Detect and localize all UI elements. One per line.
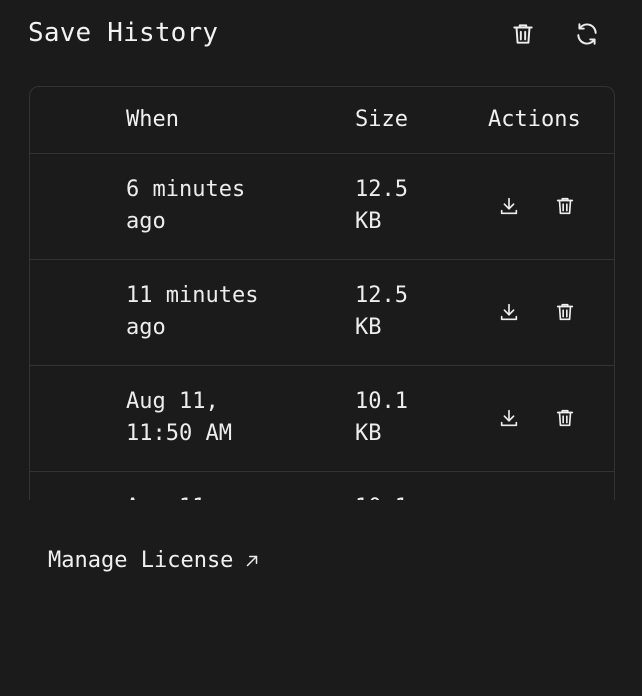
- column-header-actions: Actions: [488, 107, 581, 132]
- manage-license-link[interactable]: Manage License: [48, 544, 261, 578]
- download-button[interactable]: [493, 402, 525, 434]
- delete-button[interactable]: [549, 296, 581, 328]
- download-icon: [500, 303, 518, 321]
- download-icon: [500, 197, 518, 215]
- manage-license-label: Manage License: [48, 548, 234, 573]
- page-title: Save History: [28, 18, 219, 48]
- clear-history-button[interactable]: [505, 16, 541, 52]
- arrow-up-right-icon: [247, 555, 258, 567]
- delete-button[interactable]: [549, 190, 581, 222]
- table-row: Aug 11, 11:50 AM 10.1 KB: [30, 366, 614, 472]
- row-when: 11 minutes ago: [126, 283, 259, 340]
- table-row: Aug 11, 10.1: [30, 472, 614, 500]
- column-header-when: When: [126, 107, 179, 132]
- column-header-size: Size: [355, 107, 408, 132]
- trash-icon: [556, 303, 574, 321]
- row-size: 12.5 KB: [355, 177, 408, 234]
- download-button[interactable]: [493, 190, 525, 222]
- trash-icon: [556, 197, 574, 215]
- table-header: When Size Actions: [30, 87, 614, 154]
- row-size: 10.1: [355, 492, 435, 500]
- row-when: Aug 11, 11:50 AM: [126, 389, 232, 446]
- table-row: 11 minutes ago 12.5 KB: [30, 260, 614, 366]
- trash-icon: [513, 24, 533, 44]
- refresh-icon: [577, 23, 597, 45]
- row-size: 12.5 KB: [355, 283, 408, 340]
- download-button[interactable]: [493, 296, 525, 328]
- save-history-panel: Save History When Size Actions 6 minutes…: [0, 0, 642, 696]
- row-when: Aug 11,: [126, 492, 326, 500]
- panel-header: Save History: [28, 14, 614, 54]
- row-when: 6 minutes ago: [126, 177, 246, 234]
- download-icon: [500, 409, 518, 427]
- table-row: 6 minutes ago 12.5 KB: [30, 154, 614, 260]
- delete-button[interactable]: [549, 402, 581, 434]
- refresh-button[interactable]: [569, 16, 605, 52]
- row-size: 10.1 KB: [355, 389, 408, 446]
- history-table: When Size Actions 6 minutes ago 12.5 KB …: [29, 86, 615, 500]
- trash-icon: [556, 409, 574, 427]
